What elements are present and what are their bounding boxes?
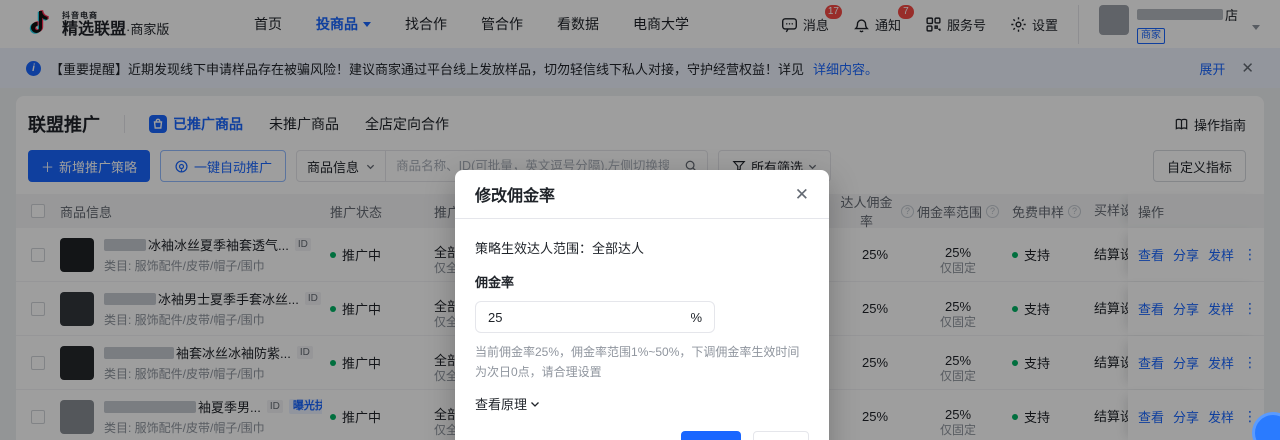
app-screen: { "navbar": { "brand": {"top": "抖音电商", "… xyxy=(0,0,1280,440)
modal-title: 修改佣金率 xyxy=(475,182,555,206)
confirm-button[interactable]: 确定 xyxy=(681,431,741,440)
strategy-scope-text: 策略生效达人范围：全部达人 xyxy=(475,238,809,257)
commission-hint-text: 当前佣金率25%，佣金率范围1%~50%，下调佣金率生效时间为次日0点，请合理设… xyxy=(475,342,809,382)
edit-commission-modal: 修改佣金率 ✕ 策略生效达人范围：全部达人 佣金率 25 % 当前佣金率25%，… xyxy=(455,170,829,440)
commission-rate-label: 佣金率 xyxy=(475,272,809,291)
cancel-button[interactable]: 取消 xyxy=(753,431,809,440)
commission-rate-value: 25 xyxy=(488,310,502,325)
commission-rate-input[interactable]: 25 % xyxy=(475,301,715,333)
view-principle-link[interactable]: 查看原理 xyxy=(475,394,540,413)
chevron-down-icon xyxy=(530,399,540,409)
modal-close-icon[interactable]: ✕ xyxy=(795,186,809,203)
percent-suffix: % xyxy=(690,310,702,325)
